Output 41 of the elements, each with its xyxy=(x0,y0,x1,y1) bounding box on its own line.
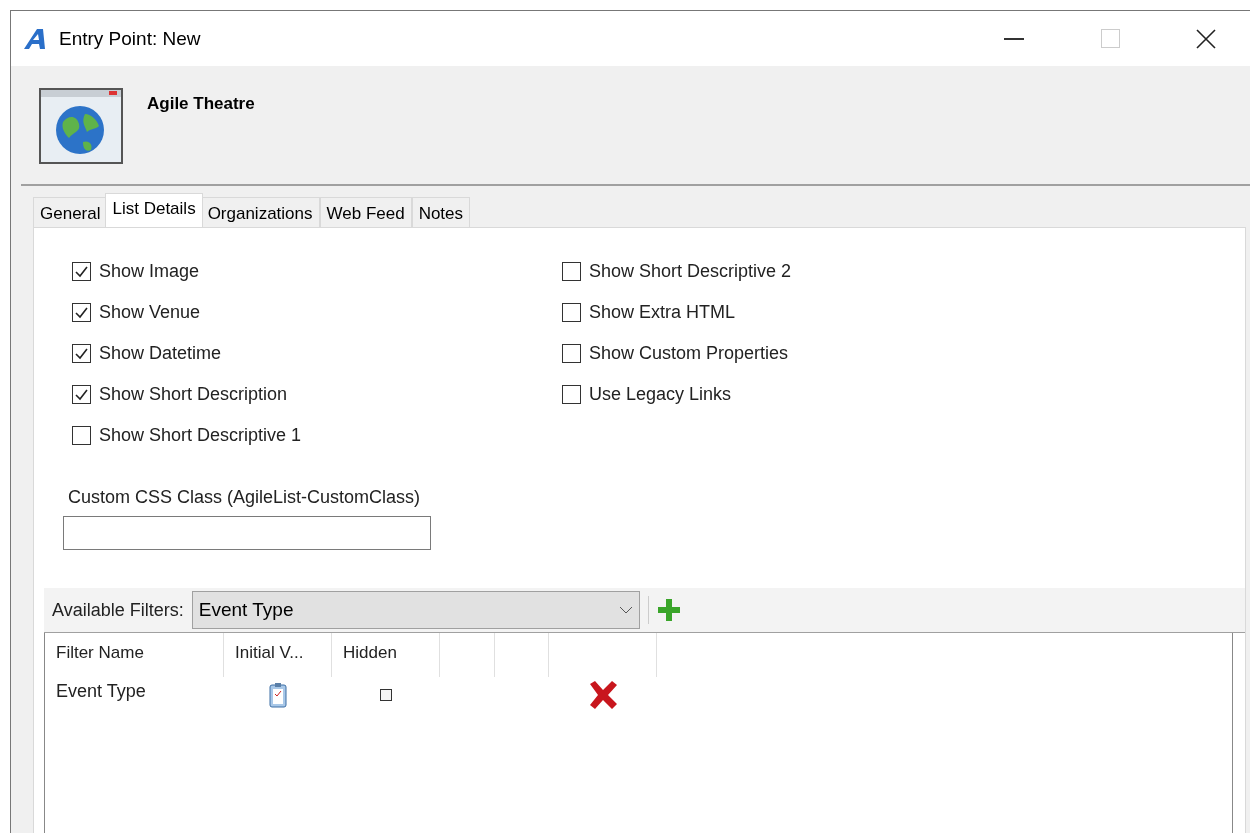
add-icon[interactable] xyxy=(656,598,681,622)
option-label: Show Short Descriptive 2 xyxy=(589,261,792,282)
column-header: Initial V... xyxy=(224,633,332,677)
filter-label: Available Filters: xyxy=(52,599,184,621)
checkbox[interactable] xyxy=(72,262,91,281)
option-label: Use Legacy Links xyxy=(589,384,732,405)
checkbox[interactable] xyxy=(72,303,91,322)
chevron-down-icon xyxy=(618,606,633,614)
clipboard-icon[interactable] xyxy=(269,682,287,708)
tab[interactable]: Organizations xyxy=(200,197,320,227)
option-label: Show Short Descriptive 1 xyxy=(99,425,302,446)
column-header: Hidden xyxy=(332,633,440,677)
checkbox[interactable] xyxy=(562,344,581,363)
column-header: Filter Name xyxy=(45,633,224,677)
entry-title: Agile Theatre xyxy=(147,94,255,115)
checkbox[interactable] xyxy=(72,344,91,363)
filter-dropdown[interactable]: Event Type xyxy=(191,591,640,629)
delete-icon[interactable] xyxy=(587,680,619,710)
checkbox[interactable] xyxy=(562,303,581,322)
tab[interactable]: Web Feed xyxy=(319,197,412,227)
tab[interactable]: List Details xyxy=(105,193,203,227)
option-label: Show Extra HTML xyxy=(589,302,736,323)
checkbox[interactable] xyxy=(72,385,91,404)
option-label: Show Custom Properties xyxy=(589,343,789,364)
option-label: Show Venue xyxy=(99,302,201,323)
minimize-icon[interactable] xyxy=(1004,37,1024,40)
table-cell-text: Event Type xyxy=(55,680,147,703)
tab[interactable]: Notes xyxy=(411,197,471,227)
checkbox[interactable] xyxy=(562,385,581,404)
close-icon[interactable] xyxy=(1196,28,1216,49)
checkbox[interactable] xyxy=(72,426,91,445)
window-title: Entry Point: New xyxy=(59,27,202,50)
checkbox[interactable] xyxy=(562,262,581,281)
css-class-field[interactable] xyxy=(63,516,431,550)
option-label: Show Datetime xyxy=(99,343,222,364)
globe-window-icon xyxy=(39,88,123,164)
field-label: Custom CSS Class (AgileList-CustomClass) xyxy=(68,487,421,508)
tab[interactable]: General xyxy=(33,197,108,227)
checkbox[interactable] xyxy=(380,689,392,701)
option-label: Show Short Description xyxy=(99,384,288,405)
option-label: Show Image xyxy=(99,261,200,282)
